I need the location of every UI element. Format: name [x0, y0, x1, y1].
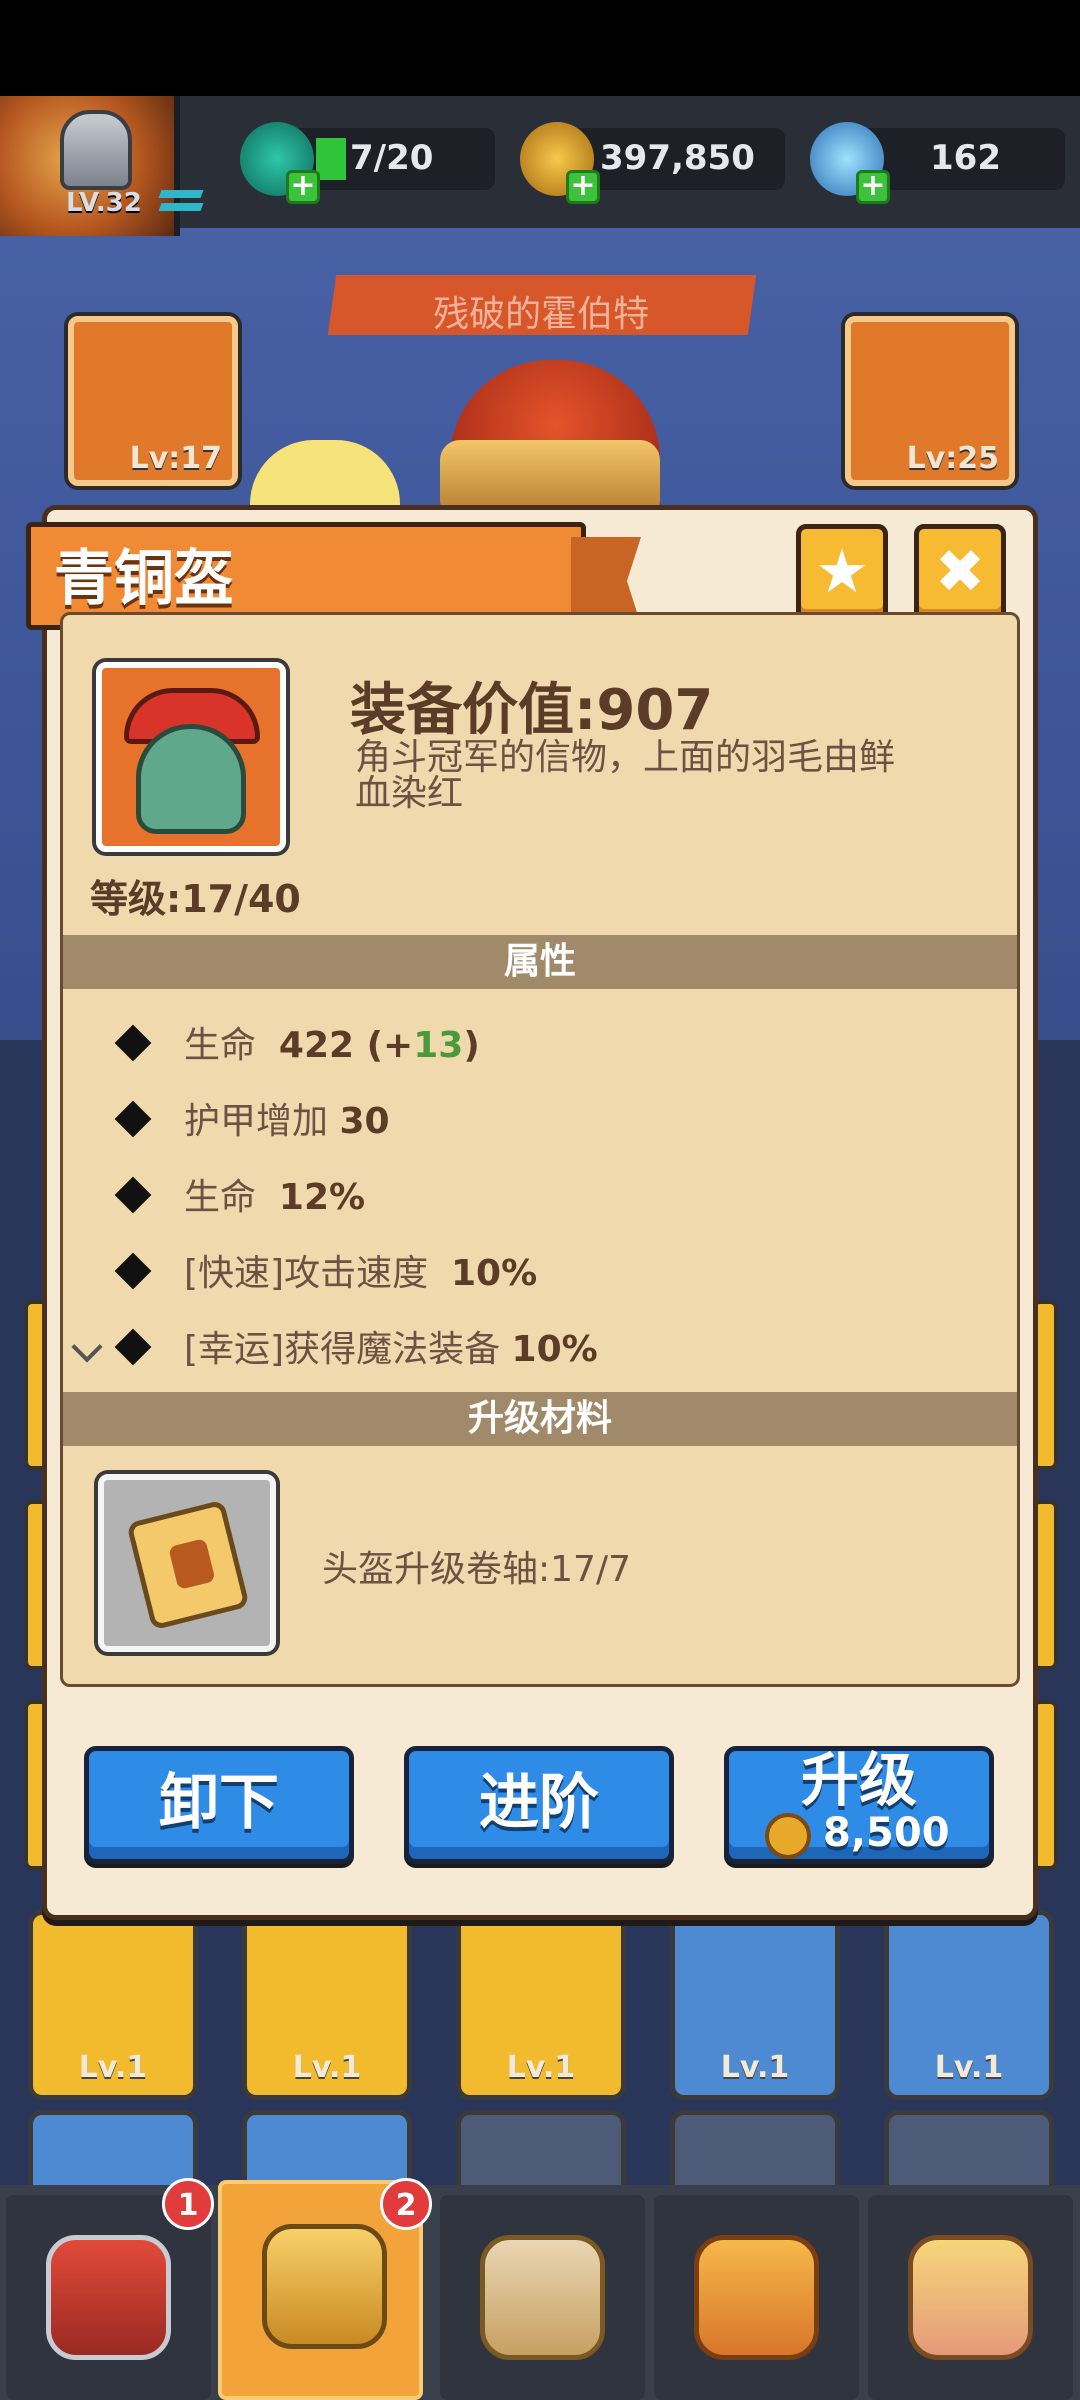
diamond-bullet-icon	[114, 1252, 152, 1290]
upgrade-scroll-icon[interactable]	[98, 1474, 276, 1652]
attribute-row: 生命 12%	[114, 1168, 365, 1228]
add-energy-button[interactable]: +	[286, 170, 320, 204]
energy-fill	[316, 138, 346, 180]
chest-badge: 1	[162, 2178, 214, 2230]
chest-icon	[46, 2235, 171, 2360]
player-level: LV.32	[66, 188, 142, 218]
inventory-item[interactable]: Lv.1	[456, 1910, 626, 2100]
swords-icon	[480, 2235, 605, 2360]
bronze-helmet-icon	[96, 662, 286, 852]
helmet-slot-level: Lv:17	[129, 441, 222, 476]
item-level: Lv.1	[720, 2050, 790, 2085]
equip-value: 装备价值:907	[350, 678, 714, 743]
gold-coin-icon	[765, 1813, 811, 1859]
equipment-badge: 2	[380, 2178, 432, 2230]
tab-cards[interactable]	[868, 2195, 1073, 2400]
item-level: Lv.1	[506, 2050, 576, 2085]
upgrade-cost: 8,500	[823, 1810, 950, 1856]
diamond-bullet-icon	[114, 1100, 152, 1138]
item-level: 等级:17/40	[90, 877, 301, 921]
favorite-button[interactable]: ★	[796, 524, 888, 622]
inventory-item[interactable]: Lv.1	[884, 1910, 1054, 2100]
unequip-button[interactable]: 卸下	[84, 1746, 354, 1864]
close-button[interactable]: ✖	[914, 524, 1006, 622]
diamond-bullet-icon	[114, 1176, 152, 1214]
item-level: Lv.1	[292, 2050, 362, 2085]
status-bar	[0, 0, 1080, 96]
item-level: Lv.1	[78, 2050, 148, 2085]
upgrade-button[interactable]: 升级 8,500	[724, 1746, 994, 1864]
attribute-row: 生命 422 (+13)	[114, 1016, 480, 1076]
helmet-slot[interactable]: Lv:17	[68, 316, 238, 486]
inventory-item[interactable]: Lv.1	[670, 1910, 840, 2100]
add-gold-button[interactable]: +	[566, 170, 600, 204]
avatar-helmet-icon	[60, 110, 132, 190]
inventory-item[interactable]: Lv.1	[242, 1910, 412, 2100]
item-description: 角斗冠军的信物，上面的羽毛由鲜血染红	[355, 737, 896, 814]
book-icon	[694, 2235, 819, 2360]
inventory-item[interactable]: Lv.1	[28, 1910, 198, 2100]
weapon-slot[interactable]: Lv:25	[845, 316, 1015, 486]
materials-header: 升级材料	[63, 1392, 1017, 1446]
diamond-bullet-icon	[114, 1328, 152, 1366]
energy-counter: + 7/20	[240, 122, 495, 204]
helmet-icon	[262, 2224, 387, 2349]
menu-stripes-icon	[158, 190, 204, 230]
material-label: 头盔升级卷轴:17/7	[322, 1549, 631, 1590]
attributes-header: 属性	[63, 935, 1017, 989]
gem-value: 162	[930, 138, 1001, 178]
tab-battle[interactable]	[440, 2195, 645, 2400]
energy-value: 7/20	[350, 138, 434, 178]
diamond-bullet-icon	[114, 1024, 152, 1062]
star-icon: ★	[815, 537, 869, 607]
gold-counter: + 397,850	[520, 122, 785, 204]
upgrade-label: 升级	[800, 1746, 917, 1814]
hero-name-banner: 残破的霍伯特	[327, 275, 757, 335]
cards-icon	[908, 2235, 1033, 2360]
attribute-row: [快速]攻击速度 10%	[114, 1244, 537, 1304]
add-gem-button[interactable]: +	[856, 170, 890, 204]
weapon-slot-level: Lv:25	[906, 441, 999, 476]
tab-skills[interactable]	[654, 2195, 859, 2400]
item-title: 青铜盔	[54, 544, 234, 614]
attribute-row: [幸运]获得魔法装备 10%	[114, 1320, 598, 1380]
item-level: Lv.1	[934, 2050, 1004, 2085]
gem-counter: + 162	[810, 122, 1065, 204]
hero-name: 残破的霍伯特	[433, 294, 650, 335]
gold-value: 397,850	[600, 138, 755, 178]
attribute-row: 护甲增加 30	[114, 1092, 390, 1152]
advance-button[interactable]: 进阶	[404, 1746, 674, 1864]
close-icon: ✖	[934, 537, 986, 607]
